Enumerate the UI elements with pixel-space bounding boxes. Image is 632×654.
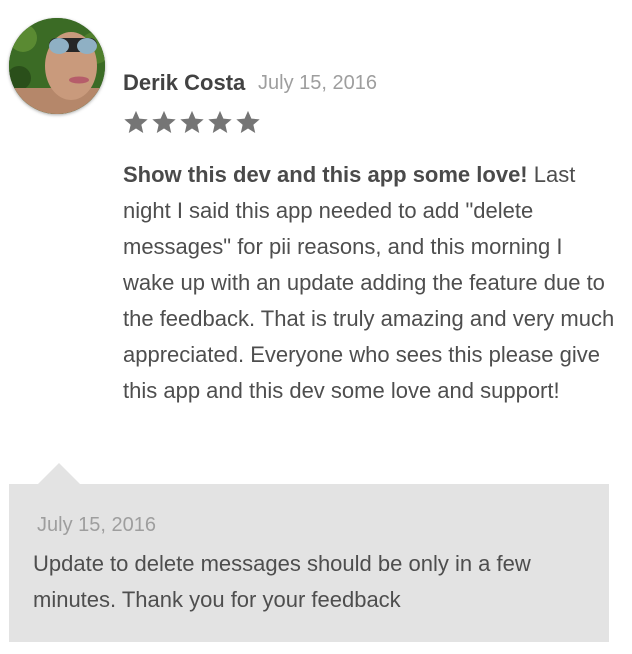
- review-text: Show this dev and this app some love! La…: [123, 157, 615, 409]
- star-icon: [124, 110, 148, 133]
- reply-text: Update to delete messages should be only…: [33, 551, 531, 612]
- avatar: [9, 18, 105, 114]
- star-icon: [180, 110, 204, 133]
- review-body: Last night I said this app needed to add…: [123, 162, 615, 403]
- reviewer-name: Derik Costa: [123, 70, 246, 95]
- star-icon: [152, 110, 176, 133]
- reply-pointer: [38, 463, 80, 484]
- star-icon: [236, 110, 260, 133]
- star-rating: [122, 108, 262, 136]
- star-icon: [208, 110, 232, 133]
- review-date: July 15, 2016: [258, 72, 377, 94]
- review-headline: Show this dev and this app some love!: [123, 162, 528, 187]
- reply-date: July 15, 2016: [37, 514, 156, 536]
- developer-reply: July 15, 2016 Update to delete messages …: [9, 484, 609, 642]
